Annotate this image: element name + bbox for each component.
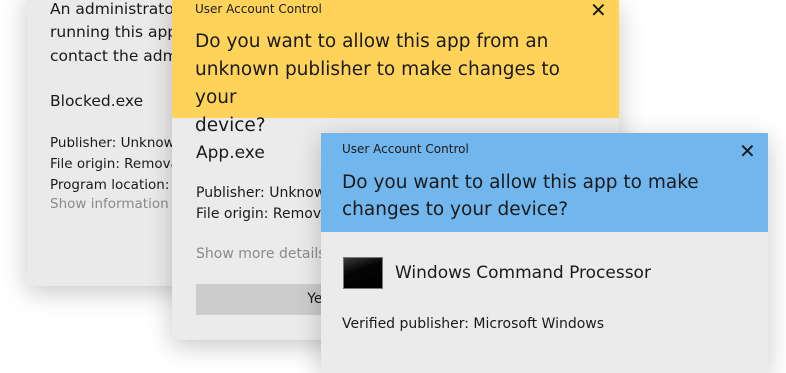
blocked-message-line-2: running this app <box>50 23 178 41</box>
app-name: Windows Command Processor <box>395 263 651 283</box>
uac-info-header: User Account Control ✕ Do you want to al… <box>321 133 768 232</box>
uac-question-line-2: unknown publisher to make changes to you… <box>195 59 560 108</box>
uac-question-line-2: changes to your device? <box>342 199 569 220</box>
close-icon[interactable]: ✕ <box>590 0 607 22</box>
blocked-message-line-1: An administrato <box>50 0 174 18</box>
uac-caption: User Account Control <box>342 142 469 156</box>
uac-question: Do you want to allow this app from an un… <box>195 28 600 140</box>
blocked-message-line-3: contact the adm <box>50 47 178 65</box>
uac-question: Do you want to allow this app to make ch… <box>342 169 752 223</box>
blocked-publisher: Publisher: Unknow <box>50 135 175 151</box>
blocked-file-origin: File origin: Remova <box>50 156 179 172</box>
uac-verified-publisher-dialog: User Account Control ✕ Do you want to al… <box>321 133 768 373</box>
verified-publisher-label: Verified publisher: Microsoft Windows <box>342 316 605 332</box>
uac-question-line-1: Do you want to allow this app from an <box>195 31 549 52</box>
file-origin-label: File origin: Remova <box>196 206 330 222</box>
blocked-show-information-link[interactable]: Show information <box>50 196 169 212</box>
show-more-details-link[interactable]: Show more details <box>196 246 326 262</box>
console-icon <box>343 257 383 289</box>
blocked-filename: Blocked.exe <box>50 92 144 110</box>
uac-warning-header: User Account Control ✕ Do you want to al… <box>172 0 619 136</box>
app-filename: App.exe <box>196 143 265 163</box>
publisher-label: Publisher: Unknown <box>196 185 335 201</box>
uac-question-line-1: Do you want to allow this app to make <box>342 172 699 193</box>
close-icon[interactable]: ✕ <box>739 139 756 163</box>
blocked-program-location: Program location: <box>50 177 170 193</box>
uac-caption: User Account Control <box>195 2 322 16</box>
